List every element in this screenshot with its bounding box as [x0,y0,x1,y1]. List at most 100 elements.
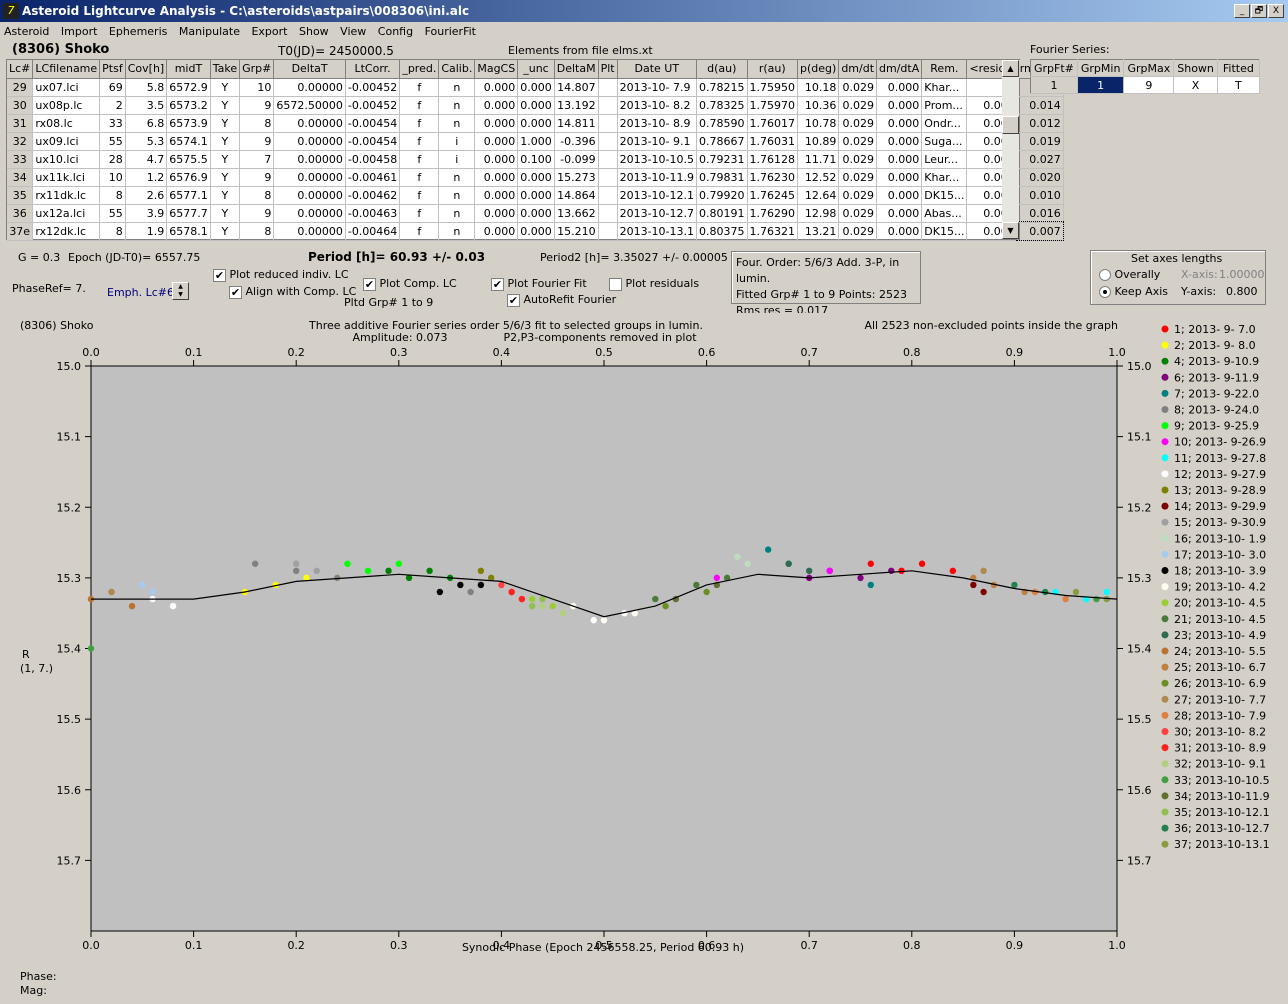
table-cell[interactable]: 37e [7,222,34,241]
table-cell[interactable]: 0.000 [474,222,519,241]
table-cell[interactable]: 10.36 [797,96,840,115]
menu-view[interactable]: View [340,22,366,41]
table-cell[interactable]: Y [210,96,241,115]
table-cell[interactable]: 0.020 [1017,168,1064,187]
table-cell[interactable]: ux10.lci [32,150,101,169]
column-header[interactable]: midT [166,60,211,79]
column-header[interactable]: DeltaM [554,60,599,79]
table-cell[interactable]: 0.00000 [273,78,346,97]
table-cell[interactable]: 0.00000 [273,186,346,205]
fourier-cell-shown[interactable]: X [1173,76,1218,94]
table-cell[interactable]: ux11k.lci [32,168,101,187]
table-cell[interactable]: Khar... [921,168,968,187]
minimize-button[interactable]: _ [1234,4,1250,18]
table-cell[interactable]: i [438,132,476,151]
table-cell[interactable]: 13.662 [554,204,599,223]
table-cell[interactable]: 0.029 [838,114,878,133]
column-header[interactable]: _unc [517,60,555,79]
table-cell[interactable]: -0.00462 [345,186,401,205]
table-cell[interactable]: 0.027 [1017,150,1064,169]
table-cell[interactable]: rx12dk.lc [32,222,101,241]
table-cell[interactable]: 9 [239,132,275,151]
table-cell[interactable]: 0.000 [876,132,923,151]
table-cell[interactable]: Suga... [921,132,968,151]
table-row[interactable]: 32 ux09.lci 55 5.3 6574.1 Y 9 0.00000 -0.00454 f i… [7,132,1064,151]
plot-fourier-checkbox[interactable]: ✔ Plot Fourier Fit [491,277,587,291]
table-cell[interactable]: 6577.1 [166,186,211,205]
table-cell[interactable]: f [399,186,440,205]
table-cell[interactable]: 28 [99,150,126,169]
table-cell[interactable]: 0.000 [517,204,555,223]
table-cell[interactable]: 10 [99,168,126,187]
table-cell[interactable]: -0.396 [554,132,599,151]
table-cell[interactable]: 10 [239,78,275,97]
table-cell[interactable]: 55 [99,204,126,223]
table-cell[interactable]: f [399,114,440,133]
table-cell[interactable]: 2013-10-11.9 [617,168,698,187]
table-row[interactable]: 30 ux08p.lc 2 3.5 6573.2 Y 9 6572.50000 -0.00452… [7,96,1064,115]
table-cell[interactable]: -0.00452 [345,96,401,115]
menu-import[interactable]: Import [61,22,98,41]
table-cell[interactable]: 6575.5 [166,150,211,169]
table-cell[interactable]: 0.79231 [696,150,748,169]
table-cell[interactable]: Y [210,132,241,151]
lightcurve-table[interactable]: Lc# LCfilename Ptsf Cov[h] midT Take Grp# Delta… [6,59,1065,241]
table-cell[interactable]: 0.80375 [696,222,748,241]
table-cell[interactable]: 0.79920 [696,186,748,205]
table-cell[interactable]: DK15... [921,222,968,241]
table-cell[interactable]: -0.00464 [345,222,401,241]
table-cell[interactable]: 1.76321 [747,222,799,241]
table-row[interactable]: 35 rx11dk.lc 8 2.6 6577.1 Y 8 0.00000 -0.00462 f n… [7,186,1064,205]
table-cell[interactable]: 0.78215 [696,78,748,97]
table-cell[interactable]: 0.00000 [273,114,346,133]
menu-config[interactable]: Config [378,22,413,41]
table-cell[interactable]: 12.52 [797,168,840,187]
table-cell[interactable]: 0.00000 [273,132,346,151]
lightcurve-plot[interactable]: (8306) Shoko Three additive Fourier seri… [16,313,1282,961]
table-cell[interactable]: 11.71 [797,150,840,169]
table-cell[interactable]: 6576.9 [166,168,211,187]
table-cell[interactable]: -0.099 [554,150,599,169]
table-cell[interactable]: f [399,150,440,169]
scroll-up-icon[interactable]: ▲ [1002,60,1019,77]
menu-manipulate[interactable]: Manipulate [179,22,240,41]
table-cell[interactable]: Ondr... [921,114,968,133]
table-cell[interactable]: 30 [7,96,34,115]
table-cell[interactable]: -0.00461 [345,168,401,187]
table-cell[interactable]: n [438,204,476,223]
table-cell[interactable]: rx11dk.lc [32,186,101,205]
table-cell[interactable]: 1.76128 [747,150,799,169]
table-row[interactable]: 37e rx12dk.lc 8 1.9 6578.1 Y 8 0.00000 -0.00464 f… [7,221,1065,241]
table-cell[interactable]: -0.00454 [345,132,401,151]
table-cell[interactable] [598,168,618,187]
table-cell[interactable]: 12.98 [797,204,840,223]
table-row[interactable]: 36 ux12a.lci 55 3.9 6577.7 Y 9 0.00000 -0.00463 f… [7,204,1064,223]
table-cell[interactable]: 15.210 [554,222,599,241]
table-cell[interactable]: 6573.2 [166,96,211,115]
column-header[interactable]: d(au) [696,60,748,79]
table-cell[interactable] [598,204,618,223]
plot-reduced-checkbox[interactable]: ✔ Plot reduced indiv. LC [213,268,349,282]
table-cell[interactable]: 6578.1 [166,222,211,241]
column-header[interactable]: LCfilename [32,60,101,79]
table-cell[interactable]: 1.9 [125,222,168,241]
plot-comp-checkbox[interactable]: ✔ Plot Comp. LC [363,277,457,291]
table-cell[interactable]: 2013-10- 8.2 [617,96,698,115]
menu-show[interactable]: Show [299,22,329,41]
table-cell[interactable]: 0.000 [474,150,519,169]
column-header[interactable]: dm/dtA [876,60,923,79]
scroll-down-icon[interactable]: ▼ [1002,222,1019,239]
column-header[interactable]: MagCS [474,60,519,79]
table-cell[interactable]: 1.2 [125,168,168,187]
table-cell[interactable]: 0.000 [517,96,555,115]
table-cell[interactable]: 0.78667 [696,132,748,151]
table-cell[interactable]: Leur... [921,150,968,169]
table-cell[interactable]: f [399,204,440,223]
table-cell[interactable]: 7 [239,150,275,169]
table-cell[interactable]: 36 [7,204,34,223]
table-row[interactable]: 31 rx08.lc 33 6.8 6573.9 Y 8 0.00000 -0.00454 f n 0… [7,114,1064,133]
table-cell[interactable]: 2013-10- 8.9 [617,114,698,133]
table-cell[interactable]: 0.000 [876,78,923,97]
table-cell[interactable]: 0.029 [838,186,878,205]
table-cell[interactable]: 15.273 [554,168,599,187]
